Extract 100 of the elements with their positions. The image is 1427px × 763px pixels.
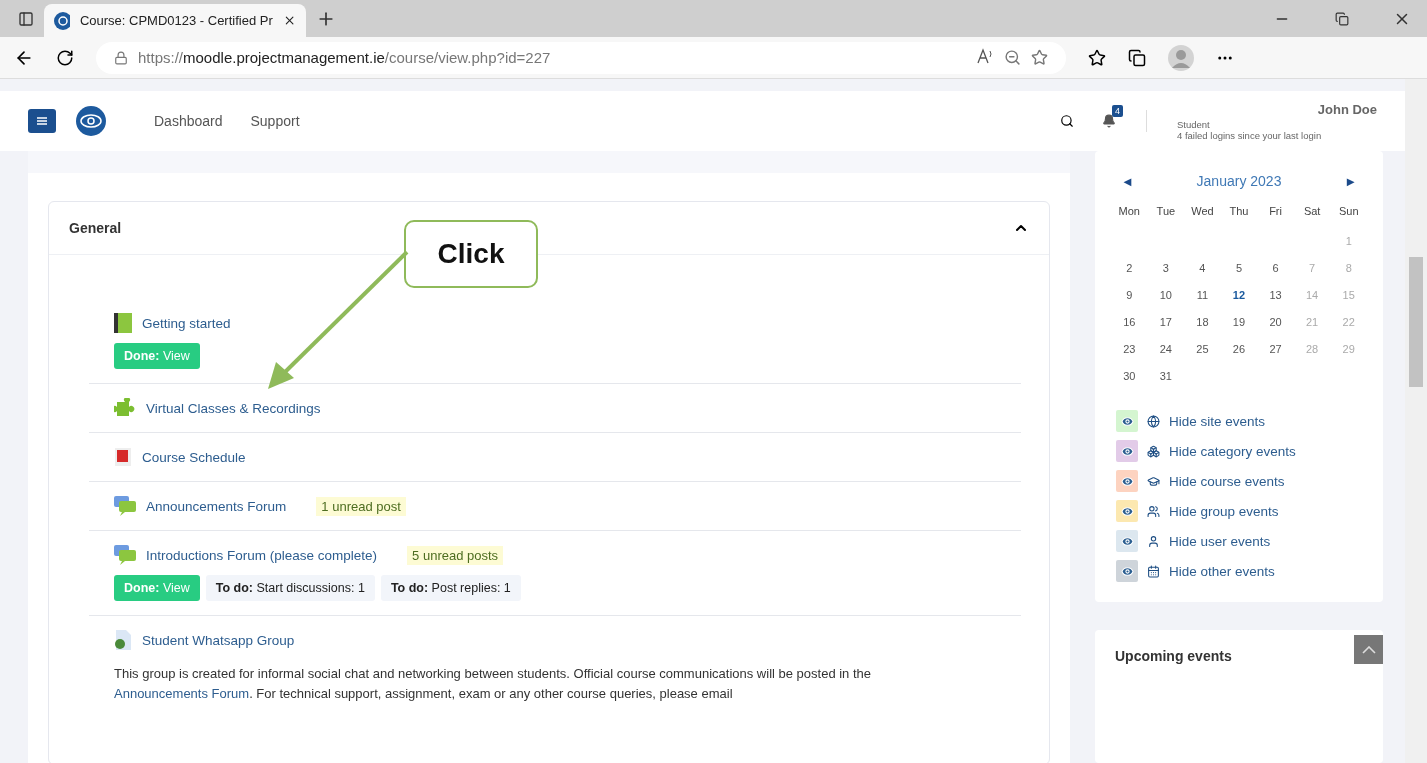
completion-tag: To do: Post replies: 1 [380,575,521,601]
hide-events-link[interactable]: Hide site events [1169,413,1266,429]
calendar-day[interactable]: 2 [1111,262,1148,274]
eye-icon [1120,414,1134,428]
eye-icon [1120,564,1134,578]
weekday-label: Tue [1155,205,1177,217]
user-name[interactable]: John Doe [1317,101,1377,117]
hide-events-link[interactable]: Hide group events [1169,503,1279,519]
calendar-day[interactable]: 11 [1184,289,1221,301]
calendar-day[interactable]: 6 [1257,262,1294,274]
user-role: Student [1177,118,1211,130]
add-favorite-icon[interactable] [1031,49,1048,66]
pdf-icon [114,447,132,467]
address-bar[interactable]: https://moodle.projectmanagement.ie/course/view.php?id=227 [96,41,1066,74]
login-notice: 4 failed logins since your last login [1177,129,1323,141]
calendar-day[interactable]: 10 [1147,289,1185,301]
book-icon [114,313,132,333]
web-page-icon [114,630,132,650]
calendar-day[interactable]: 16 [1111,316,1148,328]
reload-icon[interactable] [56,48,74,67]
event-color-swatch[interactable] [1116,530,1138,552]
card-title: Upcoming events [1114,647,1233,666]
weekday-label: Mon [1117,205,1141,217]
graduation-cap-icon [1147,474,1160,488]
weekday-label: Fri [1268,205,1283,217]
activity-link[interactable]: Introductions Forum (please complete) [146,547,378,563]
previous-month-button[interactable]: ◄ [1121,173,1134,189]
calendar-icon [1147,564,1160,578]
calendar-day[interactable]: 30 [1111,370,1148,382]
unread-posts-tag[interactable]: 1 unread post [316,496,406,516]
event-color-swatch[interactable] [1116,440,1138,462]
event-color-swatch[interactable] [1116,560,1138,582]
activity-link[interactable]: Virtual Classes & Recordings [146,400,321,416]
weekday-label: Thu [1228,205,1250,217]
calendar-day[interactable]: 17 [1147,316,1185,328]
calendar-day[interactable]: 4 [1184,262,1221,274]
eye-icon [1120,474,1134,488]
activity-link[interactable]: Course Schedule [142,449,246,465]
calendar-day[interactable]: 25 [1184,343,1221,355]
calendar-day[interactable]: 24 [1147,343,1185,355]
globe-icon [1147,414,1160,428]
profile-avatar[interactable] [1168,44,1194,71]
nav-link[interactable]: Dashboard [154,113,223,129]
activity-link[interactable]: Getting started [142,315,231,331]
event-color-swatch[interactable] [1116,500,1138,522]
activity-link[interactable]: Announcements Forum [146,498,287,514]
users-icon [1147,504,1160,518]
scrollbar[interactable] [1405,79,1427,763]
tab-title: Course: CPMD0123 - Certified Pr [79,13,273,28]
browser-tab[interactable]: Course: CPMD0123 - Certified Pr [44,4,306,37]
bell-icon[interactable] [1102,114,1116,128]
site-logo-icon [54,11,70,30]
favorites-icon[interactable] [1088,48,1106,67]
menu-icon [37,117,47,125]
calendar-day[interactable]: 19 [1220,316,1258,328]
next-month-button[interactable]: ► [1344,173,1357,189]
cubes-icon [1147,444,1160,458]
url-text: https://moodle.projectmanagement.ie/course/view.php?id=227 [138,49,551,66]
calendar-day[interactable]: 31 [1147,370,1185,382]
calendar-day[interactable]: 9 [1111,289,1148,301]
collections-icon[interactable] [1128,48,1146,67]
calendar-day[interactable]: 5 [1220,262,1258,274]
chat-icon [114,545,136,565]
hide-events-link[interactable]: Hide other events [1169,563,1275,579]
eye-icon [1120,534,1134,548]
eye-icon [1120,444,1134,458]
unread-posts-tag[interactable]: 5 unread posts [407,545,504,565]
weekday-label: Wed [1190,205,1215,217]
callout-bubble: Click [404,220,538,288]
calendar-day[interactable]: 12 [1220,289,1258,301]
calendar-day[interactable]: 27 [1257,343,1294,355]
lock-icon [114,50,128,65]
activity-link[interactable]: Student Whatsapp Group [142,632,295,648]
site-logo[interactable] [76,106,106,136]
puzzle-icon [114,398,136,418]
calendar-day[interactable]: 3 [1147,262,1185,274]
hide-events-link[interactable]: Hide course events [1169,473,1285,489]
calendar-day[interactable]: 26 [1220,343,1258,355]
menu-button[interactable] [28,109,56,133]
weekday-label: Sat [1302,205,1322,217]
zoom-out-icon[interactable] [1004,49,1021,66]
search-icon[interactable] [1060,114,1074,128]
calendar-day[interactable]: 13 [1257,289,1294,301]
chat-icon [114,496,136,516]
nav-link[interactable]: Support [250,113,300,129]
hide-events-link[interactable]: Hide category events [1169,443,1296,459]
weekday-label: Sun [1337,205,1360,217]
month-title: January 2023 [1196,173,1282,189]
event-color-swatch[interactable] [1116,470,1138,492]
hide-events-link[interactable]: Hide user events [1169,533,1271,549]
notification-badge: 4 [1112,105,1123,117]
section-title: General [69,220,122,236]
eye-icon [1120,504,1134,518]
tab-actions-icon[interactable] [18,10,34,27]
calendar-day[interactable]: 18 [1184,316,1221,328]
calendar-day[interactable]: 23 [1111,343,1148,355]
activity-description: This group is created for informal social chat and networking between students. Official course communications will be posted in the Announcements Forum. For technical support, assignment, exam or any other course queries, please email [114,665,873,703]
calendar-day[interactable]: 20 [1257,316,1294,328]
user-icon [1147,534,1160,548]
event-color-swatch[interactable] [1116,410,1138,432]
